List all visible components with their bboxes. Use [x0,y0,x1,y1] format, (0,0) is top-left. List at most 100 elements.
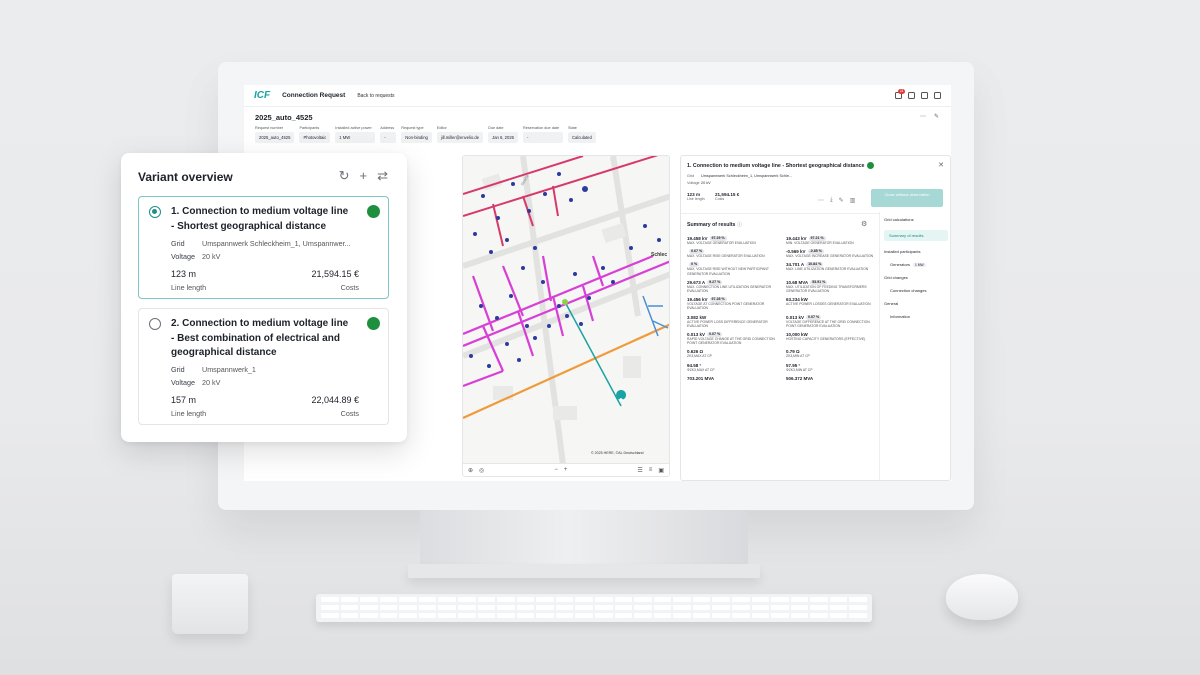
keyboard-key [673,597,691,602]
result-item: 0 % MAX. VOLTAGE RISE WITHOUT NEW PARTICI… [687,262,778,276]
close-icon[interactable]: ✕ [938,161,944,169]
notification-icon[interactable]: 11 [895,89,905,99]
detail-grid: Grid Umspannwerk Schleckheim_1, Umspannwe… [687,174,792,178]
chart-icon[interactable]: ▥ [850,197,856,204]
keyboard-key [555,613,574,618]
keyboard-key [751,597,770,602]
variant-title: 1. Connection to medium voltage line - S… [171,206,349,232]
more-icon[interactable]: ⋯ [818,197,824,204]
nav-generators[interactable]: Generators 1 MW [884,262,948,267]
image-icon[interactable]: ▣ [658,467,664,474]
variant-item[interactable]: 2. Connection to medium voltage line - B… [138,308,389,425]
field-label: Reservation due date [522,126,560,130]
keyboard-key [751,605,770,610]
result-item: 0.013 kV 0.07 % RAPID VOLTAGE CHANGE AT TH… [687,332,778,345]
field-value[interactable]: 1 MW [335,132,376,143]
summary-title-text: Summary of results [687,222,736,228]
nav-grid-changes[interactable]: Grid changes [884,275,948,280]
nav-grid-calculations[interactable]: Grid calculations [884,217,948,222]
mail-icon[interactable] [908,92,915,99]
app-logo[interactable]: ICF [254,90,270,101]
detail-title-text: 1. Connection to medium voltage line - S… [687,162,865,169]
nav-summary-of-results[interactable]: Summary of results [884,230,948,241]
download-icon[interactable]: ⤓ [830,197,833,204]
keyboard-key [790,597,809,602]
back-to-requests-link[interactable]: Back to requests [357,93,394,99]
keyboard-key [771,597,789,602]
field-value[interactable]: Non-binding [401,132,432,143]
variant-item[interactable]: 1. Connection to medium voltage line - S… [138,196,389,299]
keyboard-key [731,597,750,602]
map-view[interactable]: Schlec Straße © 2025 HERE, ©AL Deutschla… [462,155,670,477]
layers-icon[interactable]: ≡ [649,467,653,473]
costs-value: 21,594.15 € [311,269,359,279]
costs-label: Costs [715,197,725,201]
request-field: Participants Photovoltaic [299,126,331,143]
result-label: RAPID VOLTAGE CHANGE AT THE GRID CONNECT… [687,337,775,346]
refresh-icon[interactable]: ↻ [339,168,350,184]
request-field: State Calculated [567,126,596,143]
field-value[interactable]: 2025_auto_4525 [255,132,295,143]
request-fields: Request number 2025_auto_4525 Participant… [255,126,596,143]
more-icon[interactable]: ⋯ [920,113,926,120]
keyboard-key [438,613,456,618]
edit-icon[interactable]: ✎ [839,197,844,204]
keyboard-key [379,613,398,618]
request-field: Due date Jan 6, 2026 [488,126,518,143]
settings-icon[interactable]: ⚙ [861,220,867,228]
field-value[interactable]: jill.miller@envelio.de [436,132,484,143]
keyboard-key [634,597,652,602]
list-icon[interactable]: ☰ [637,467,642,474]
keyboard-key [340,605,359,610]
nav-connection-changes[interactable]: Connection changes [884,288,948,293]
apps-grid-icon[interactable] [934,92,941,99]
variant-radio[interactable] [149,318,161,330]
map-canvas[interactable]: Schlec Straße [463,156,670,464]
line-length-value: 157 m [171,395,197,405]
generators-badge: 1 MW [913,263,926,267]
keyboard-key [771,605,789,610]
result-value: 94.58 ° [687,362,702,368]
keyboard-key [555,605,574,610]
swap-icon[interactable]: ⇄ [377,168,388,184]
result-label: ZK3,MIN AT CP [786,354,810,359]
variant-overview-title: Variant overview [138,170,233,184]
field-value[interactable]: - [522,132,563,143]
keyboard-key [849,597,867,602]
document-icon[interactable] [921,92,928,99]
keyboard-key [321,605,339,610]
keyboard-key [497,605,515,610]
plus-icon[interactable]: + [360,168,368,184]
result-item: 10.68 MVA 53.91 % MAX. UTILIZATION OF FEED… [786,279,877,293]
field-value[interactable]: Photovoltaic [299,132,331,143]
keyboard-key [634,605,652,610]
info-icon[interactable]: ⓘ [737,222,742,228]
keyboard-key [575,597,593,602]
nav-general[interactable]: General [884,301,948,306]
keyboard-key [653,605,672,610]
nav-installed-participants[interactable]: Installed participants [884,249,948,254]
request-field: Installed active power 1 MW [335,126,376,143]
keyboard-key [712,597,730,602]
variant-voltage: Voltage 20 kV [171,252,220,261]
nav-information[interactable]: Information [884,314,948,319]
zoom-in-icon[interactable]: + [564,467,568,473]
line-length-label: Line length [687,197,705,201]
result-item: 703.201 MVA [687,376,778,381]
cup [172,574,248,634]
result-value: 3.082 kW [687,314,707,320]
request-id: 2025_auto_4525 [255,113,313,122]
keyboard-key [673,605,691,610]
keyboard-key [692,613,711,618]
nav-generators-label: Generators [890,262,911,267]
edit-icon[interactable]: ✎ [934,113,939,120]
variant-radio[interactable] [149,206,161,218]
field-value[interactable]: Jan 6, 2026 [488,132,518,143]
field-value[interactable]: - [380,132,397,143]
keyboard-key [399,613,417,618]
globe-icon[interactable]: ⊕ [468,467,473,474]
line-length-value: 123 m [171,269,197,279]
zoom-out-icon[interactable]: − [554,467,558,473]
locate-icon[interactable]: ◎ [479,467,484,474]
close-without-reservation-button[interactable]: Close without reservation [871,189,943,207]
